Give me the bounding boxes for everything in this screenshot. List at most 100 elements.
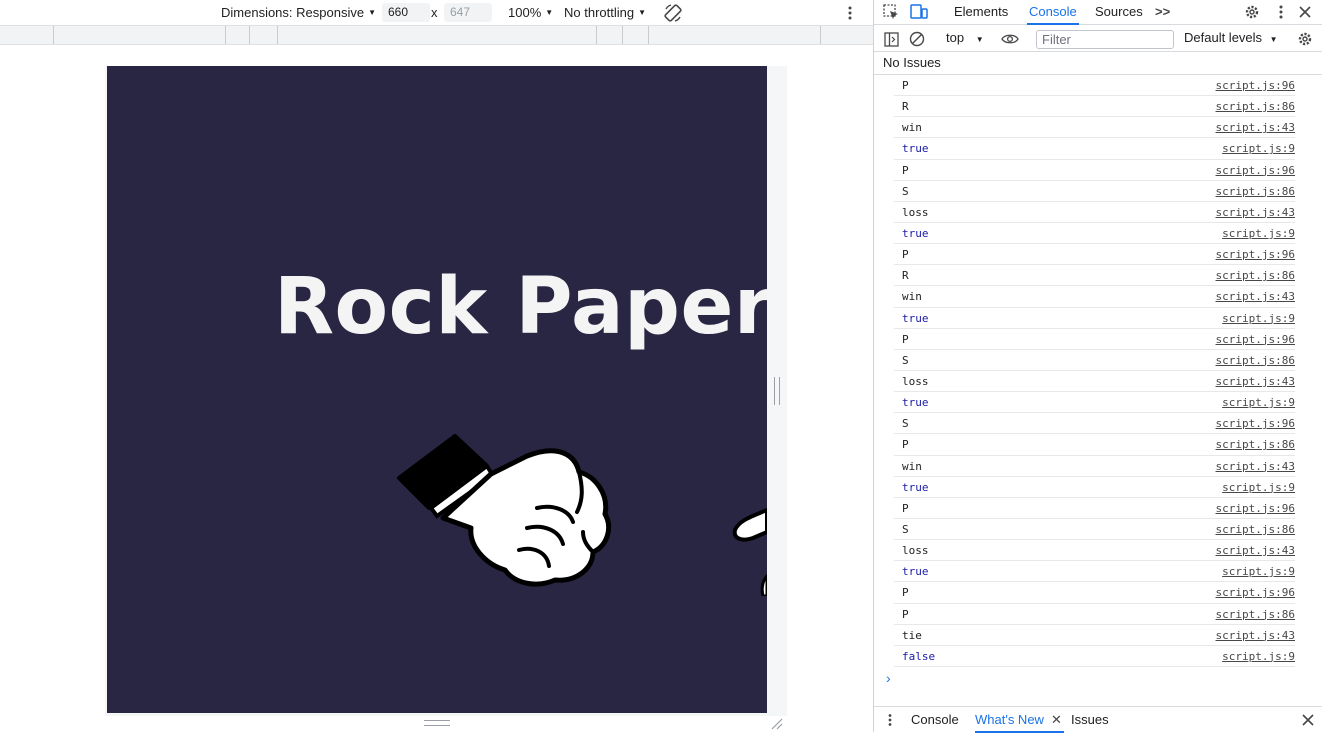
context-selector[interactable]: top ▼ [946, 26, 984, 51]
drawer-tab-console[interactable]: Console [911, 707, 959, 733]
device-toolbar-icon[interactable] [909, 3, 929, 21]
throttling-dropdown[interactable]: No throttling ▼ [564, 0, 646, 25]
console-log-row: true script.js:9 [894, 561, 1295, 583]
paper-hand-icon[interactable] [727, 496, 767, 596]
console-toolbar: top ▼ Filter Default levels ▼ [874, 25, 1322, 52]
tab-elements[interactable]: Elements [954, 0, 1008, 25]
log-source-link[interactable]: script.js:96 [1216, 248, 1295, 261]
more-vertical-icon[interactable] [844, 0, 856, 25]
dimensions-dropdown[interactable]: Dimensions: Responsive ▼ [221, 0, 376, 25]
more-tabs-icon[interactable]: >> [1155, 0, 1170, 25]
clear-console-icon[interactable] [908, 30, 926, 48]
log-message: win [902, 290, 922, 304]
log-message: false [902, 649, 936, 663]
zoom-dropdown[interactable]: 100% ▼ [508, 0, 553, 25]
console-log-row: Pscript.js:96 [894, 498, 1295, 519]
sidebar-toggle-icon[interactable] [882, 30, 900, 48]
log-source-link[interactable]: script.js:43 [1216, 460, 1295, 473]
log-source-link[interactable]: script.js:86 [1216, 354, 1295, 367]
log-message: tie [902, 628, 922, 642]
height-input[interactable]: 647 [444, 3, 492, 22]
log-source-link[interactable]: script.js:86 [1216, 100, 1295, 113]
console-log-row: Pscript.js:96 [894, 582, 1295, 604]
log-source-link[interactable]: script.js:96 [1216, 586, 1295, 599]
ruler-mark [622, 26, 623, 44]
log-source-link[interactable]: script.js:9 [1222, 481, 1295, 494]
tab-console[interactable]: Console [1027, 0, 1079, 25]
console-log-row: loss script.js:43 [894, 371, 1295, 393]
caret-down-icon: ▼ [975, 35, 984, 44]
console-log-row: Pscript.js:96 [894, 329, 1295, 350]
log-message: true [902, 142, 929, 156]
device-emulation-pane: Dimensions: Responsive ▼ 660 x 647 100% … [0, 0, 873, 732]
issues-status[interactable]: No Issues [874, 53, 1322, 75]
log-source-link[interactable]: script.js:86 [1216, 438, 1295, 451]
log-message: true [902, 396, 929, 410]
log-source-link[interactable]: script.js:9 [1222, 650, 1295, 663]
log-message: R [902, 269, 909, 283]
ruler-mark [820, 26, 821, 44]
log-message: S [902, 353, 909, 367]
width-input[interactable]: 660 [382, 3, 430, 22]
console-prompt[interactable]: › [886, 670, 891, 686]
ruler-mark [53, 26, 54, 44]
resize-corner-icon[interactable] [770, 717, 784, 731]
close-drawer-icon[interactable] [1301, 713, 1315, 727]
log-source-link[interactable]: script.js:43 [1216, 375, 1295, 388]
drawer-tab-issues[interactable]: Issues [1071, 707, 1109, 733]
log-message: loss [902, 374, 929, 388]
resize-handle-right[interactable] [774, 377, 780, 405]
eye-icon[interactable] [1000, 30, 1020, 48]
log-source-link[interactable]: script.js:96 [1216, 502, 1295, 515]
log-source-link[interactable]: script.js:9 [1222, 396, 1295, 409]
log-source-link[interactable]: script.js:86 [1216, 608, 1295, 621]
log-source-link[interactable]: script.js:96 [1216, 164, 1295, 177]
rock-fist-icon[interactable] [387, 396, 647, 596]
log-message: loss [902, 205, 929, 219]
log-message: true [902, 480, 929, 494]
devtools-tabbar: Elements Console Sources >> [874, 0, 1322, 25]
caret-down-icon: ▼ [545, 8, 554, 17]
log-source-link[interactable]: script.js:43 [1216, 290, 1295, 303]
log-levels-dropdown[interactable]: Default levels ▼ [1184, 26, 1278, 51]
log-source-link[interactable]: script.js:9 [1222, 312, 1295, 325]
log-source-link[interactable]: script.js:43 [1216, 629, 1295, 642]
console-log-row: true script.js:9 [894, 392, 1295, 414]
settings-gear-icon[interactable] [1243, 3, 1261, 21]
close-tab-icon[interactable]: ✕ [1051, 707, 1062, 732]
log-source-link[interactable]: script.js:9 [1222, 227, 1295, 240]
console-log-row: true script.js:9 [894, 477, 1295, 498]
log-source-link[interactable]: script.js:86 [1216, 269, 1295, 282]
filter-input[interactable]: Filter [1036, 30, 1174, 49]
log-source-link[interactable]: script.js:86 [1216, 185, 1295, 198]
log-source-link[interactable]: script.js:43 [1216, 544, 1295, 557]
console-settings-icon[interactable] [1296, 30, 1314, 48]
close-icon[interactable] [1297, 3, 1313, 21]
page-title: Rock Paper [274, 262, 767, 352]
log-source-link[interactable]: script.js:96 [1216, 333, 1295, 346]
log-source-link[interactable]: script.js:96 [1216, 79, 1295, 92]
log-message: P [902, 248, 909, 262]
zoom-label: 100% [508, 5, 542, 20]
log-source-link[interactable]: script.js:43 [1216, 206, 1295, 219]
rotate-icon[interactable] [663, 0, 683, 25]
log-source-link[interactable]: script.js:43 [1216, 121, 1295, 134]
console-log-row: win script.js:43 [894, 286, 1295, 308]
drawer-tab-whats-new[interactable]: What's New ✕ [975, 707, 1064, 733]
inspect-element-icon[interactable] [882, 3, 900, 21]
log-source-link[interactable]: script.js:9 [1222, 142, 1295, 155]
log-source-link[interactable]: script.js:9 [1222, 565, 1295, 578]
drawer-menu-icon[interactable] [884, 712, 896, 728]
emulation-stage: Rock Paper [0, 45, 873, 732]
console-log-row: tie script.js:43 [894, 625, 1295, 646]
log-source-link[interactable]: script.js:96 [1216, 417, 1295, 430]
media-query-ruler[interactable] [0, 25, 873, 45]
resize-handle-bottom[interactable] [424, 720, 450, 726]
device-toolbar: Dimensions: Responsive ▼ 660 x 647 100% … [0, 0, 873, 25]
ruler-mark [596, 26, 597, 44]
more-vertical-icon[interactable] [1274, 3, 1288, 21]
log-message: loss [902, 544, 929, 558]
console-log-row: loss script.js:43 [894, 202, 1295, 223]
tab-sources[interactable]: Sources [1095, 0, 1143, 25]
log-source-link[interactable]: script.js:86 [1216, 523, 1295, 536]
